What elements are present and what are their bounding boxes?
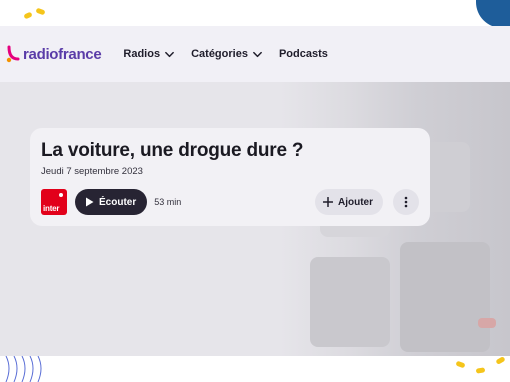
nav-item-categories[interactable]: Catégories: [191, 48, 263, 60]
nav-item-label: Podcasts: [278, 48, 328, 60]
main-nav: Radios Catégories Podcasts: [123, 48, 327, 60]
episode-duration: 53 min: [154, 197, 182, 207]
nav-item-radios[interactable]: Radios: [123, 48, 175, 60]
add-to-list-button[interactable]: Ajouter: [315, 189, 383, 215]
chevron-down-icon: [165, 51, 174, 57]
decorative-yellow-dash: [455, 360, 466, 369]
add-button-label: Ajouter: [338, 196, 373, 208]
episode-card: La voiture, une drogue dure ? Jeudi 7 se…: [30, 128, 430, 226]
play-icon: [86, 197, 94, 207]
chevron-down-icon: [253, 51, 262, 57]
decorative-yellow-dash: [35, 7, 46, 16]
more-vertical-icon: [404, 196, 408, 208]
nav-item-label: Catégories: [191, 48, 248, 60]
listen-button-label: Écouter: [99, 196, 137, 208]
station-logo-inter[interactable]: inter: [41, 189, 67, 215]
brand-logo[interactable]: radiofrance: [6, 45, 102, 63]
decorative-yellow-dash: [495, 356, 506, 365]
radiofrance-logo-icon: [6, 45, 20, 63]
more-options-button[interactable]: [393, 189, 419, 215]
site-header: radiofrance Radios Catégories Podcasts: [0, 26, 510, 82]
station-logo-text: inter: [43, 204, 60, 213]
episode-date: Jeudi 7 septembre 2023: [41, 166, 143, 177]
background-car: [310, 257, 390, 347]
decorative-yellow-dash: [475, 367, 486, 374]
episode-actions: inter Écouter 53 min Ajouter: [41, 189, 419, 215]
decorative-arcs: [5, 355, 42, 382]
episode-title: La voiture, une drogue dure ?: [41, 140, 304, 161]
background-car: [400, 242, 490, 352]
nav-item-label: Radios: [123, 48, 161, 60]
nav-item-podcasts[interactable]: Podcasts: [279, 48, 328, 60]
episode-hero: La voiture, une drogue dure ? Jeudi 7 se…: [0, 82, 510, 356]
decorative-yellow-dash: [23, 11, 33, 20]
plus-icon: [323, 197, 333, 207]
brand-name: radiofrance: [23, 45, 102, 63]
station-logo-dot: [59, 193, 63, 197]
background-car-taillight: [478, 318, 496, 328]
decorative-blue-shape: [476, 0, 510, 28]
listen-button[interactable]: Écouter: [75, 189, 148, 215]
